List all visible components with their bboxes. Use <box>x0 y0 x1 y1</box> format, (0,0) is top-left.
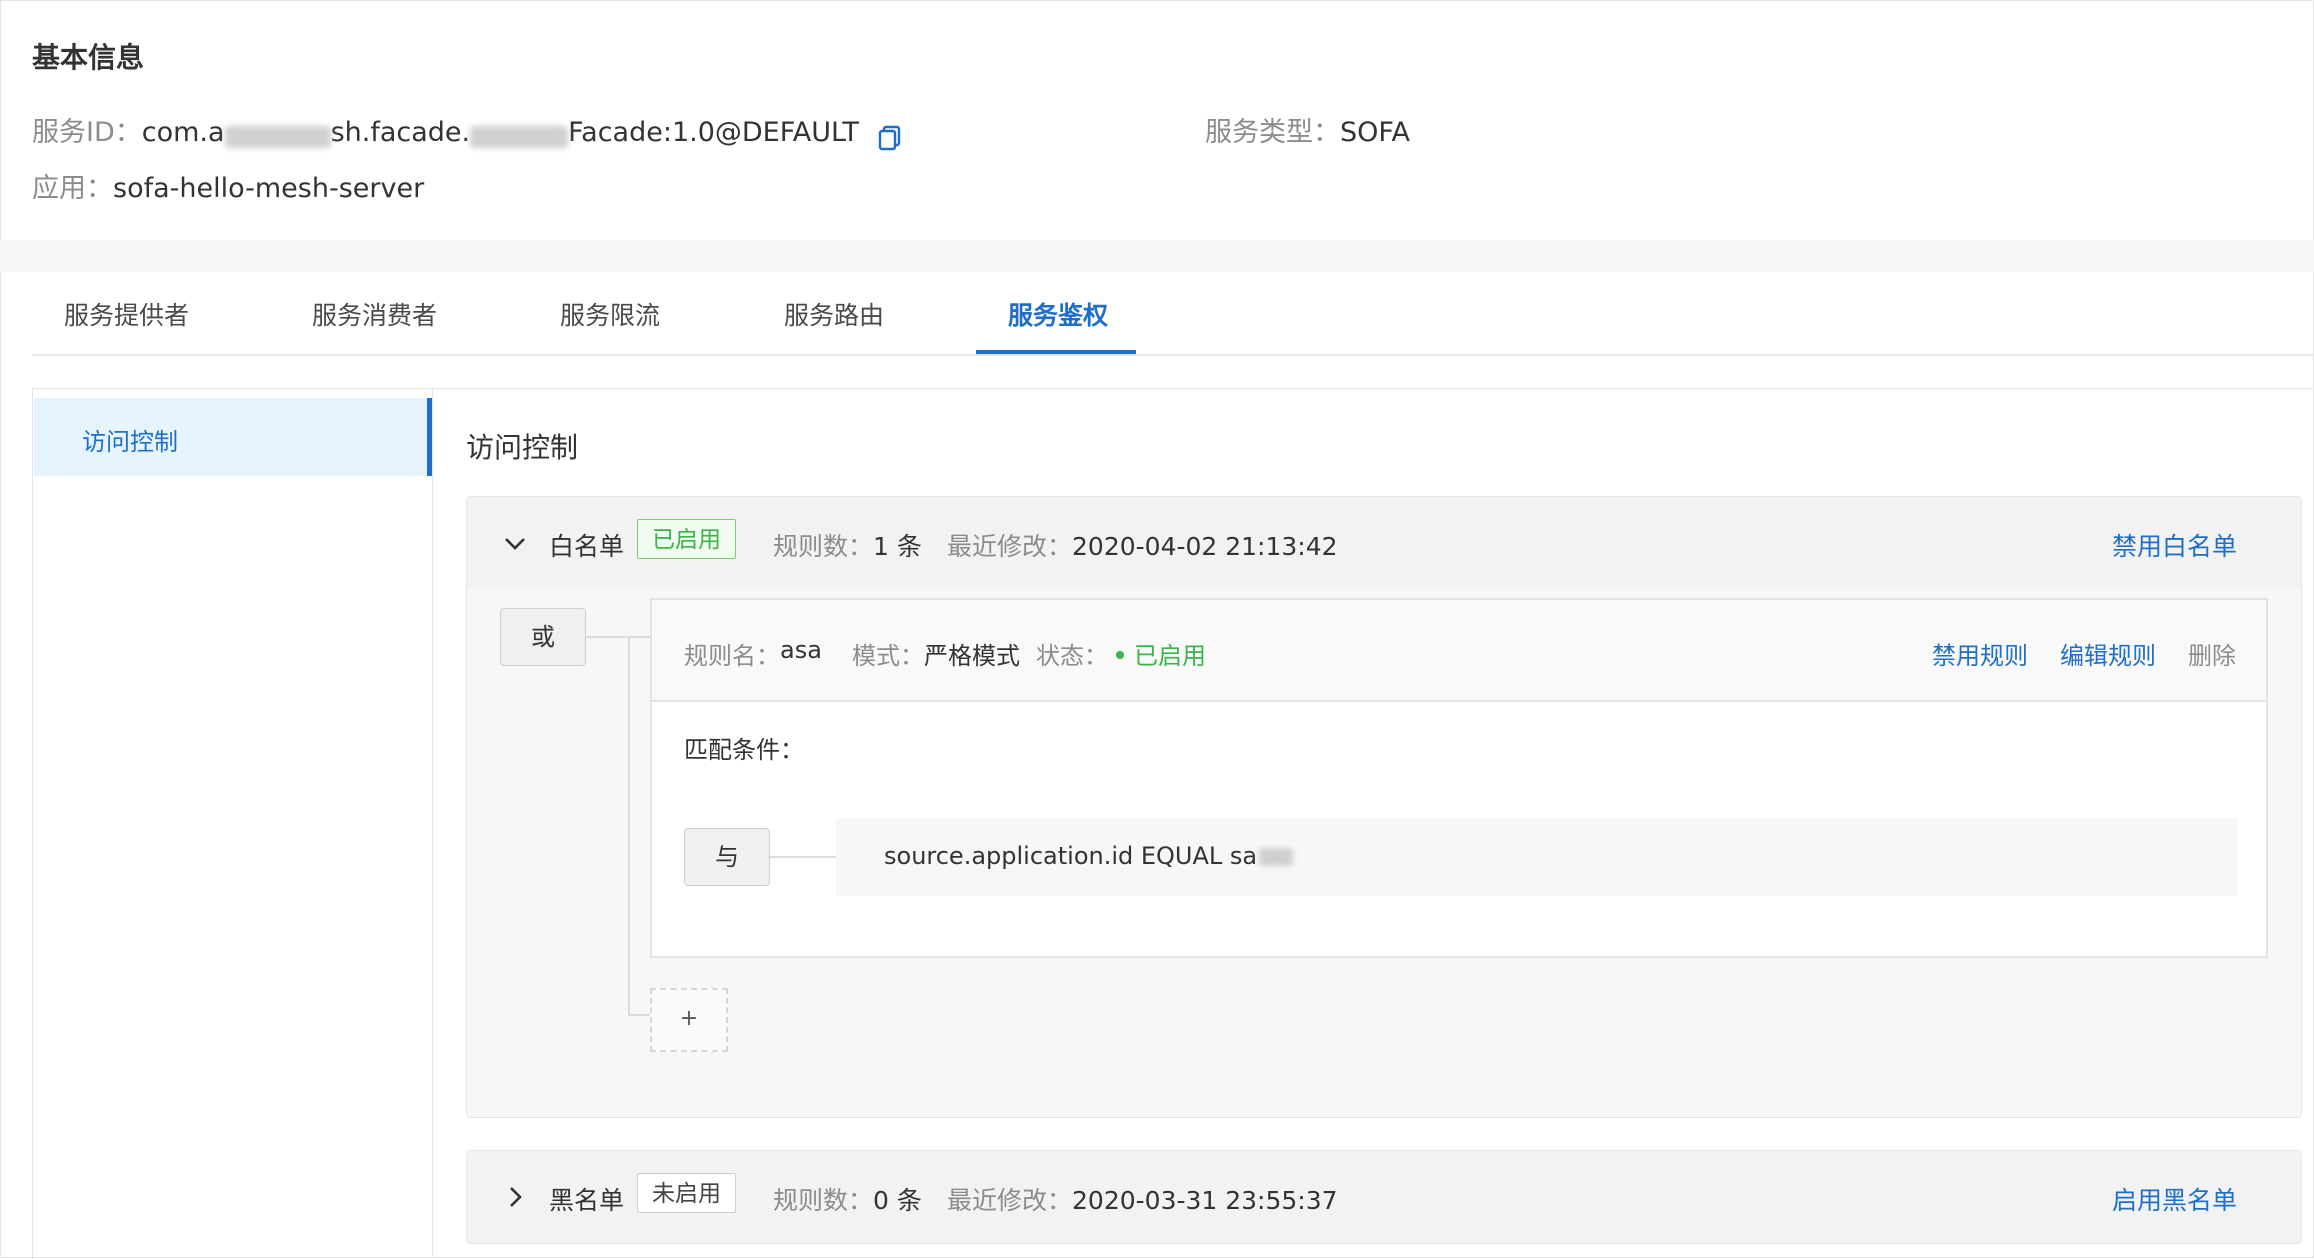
tabs-divider <box>32 354 2314 356</box>
rule-name-value: asa <box>780 636 822 664</box>
mode-value: 严格模式 <box>924 642 1020 670</box>
rule-count: 规则数：0 条 <box>773 1181 922 1217</box>
enable-blacklist-link[interactable]: 启用黑名单 <box>2112 1181 2237 1217</box>
tree-connector <box>770 856 836 858</box>
status-badge: 未启用 <box>637 1173 736 1213</box>
redacted-text <box>1259 848 1294 866</box>
whitelist-header[interactable]: 白名单 已启用 规则数：1 条 最近修改：2020-04-02 21:13:42… <box>467 497 2301 589</box>
active-tab-indicator <box>976 350 1136 354</box>
chevron-right-icon[interactable] <box>503 1185 527 1209</box>
rule-count-label: 规则数： <box>773 1186 874 1215</box>
and-operator-button[interactable]: 与 <box>684 828 770 886</box>
tab-providers[interactable]: 服务提供者 <box>64 296 189 332</box>
whitelist-title: 白名单 <box>549 532 625 561</box>
redacted-text <box>470 125 569 148</box>
rule-count: 规则数：1 条 <box>773 527 922 563</box>
tab-consumers[interactable]: 服务消费者 <box>312 296 437 332</box>
last-modified: 最近修改：2020-03-31 23:55:37 <box>947 1181 1338 1217</box>
mode-label: 模式： <box>852 642 924 670</box>
tree-connector <box>628 1014 650 1016</box>
blacklist-title: 黑名单 <box>549 1186 625 1215</box>
tab-routing[interactable]: 服务路由 <box>784 296 884 332</box>
tree-connector <box>628 636 630 1016</box>
sidebar-item-access-control[interactable]: 访问控制 <box>34 398 432 476</box>
service-type-value: SOFA <box>1340 117 1410 148</box>
condition-row: source.application.id EQUAL sa <box>836 818 2238 896</box>
rule-name-label: 规则名： <box>684 642 780 670</box>
last-modified-label: 最近修改： <box>947 532 1073 561</box>
status-dot-icon <box>1116 651 1124 659</box>
redacted-text <box>224 125 331 148</box>
last-modified-label: 最近修改： <box>947 1186 1073 1215</box>
last-modified-value: 2020-03-31 23:55:37 <box>1072 1186 1338 1215</box>
tab-auth[interactable]: 服务鉴权 <box>1008 296 1108 332</box>
service-type-row: 服务类型：SOFA <box>1205 110 1410 149</box>
last-modified-value: 2020-04-02 21:13:42 <box>1072 532 1338 561</box>
copy-icon[interactable] <box>875 122 905 152</box>
last-modified: 最近修改：2020-04-02 21:13:42 <box>947 527 1338 563</box>
service-id-row: 服务ID：com.a sh.facade. Facade:1.0@DEFAULT <box>32 110 905 152</box>
or-operator-button[interactable]: 或 <box>500 608 586 666</box>
service-id-suffix: Facade:1.0@DEFAULT <box>568 117 859 148</box>
add-rule-button[interactable]: + <box>650 988 728 1052</box>
panel-title: 访问控制 <box>466 431 579 464</box>
tab-rate-limit[interactable]: 服务限流 <box>560 296 660 332</box>
chevron-down-icon[interactable] <box>503 531 527 555</box>
state-value: 已启用 <box>1116 636 1206 671</box>
condition-expression: source.application.id EQUAL sa <box>884 842 1258 870</box>
blacklist-card: 黑名单 未启用 规则数：0 条 最近修改：2020-03-31 23:55:37… <box>466 1150 2302 1244</box>
rule-count-value: 0 条 <box>873 1186 922 1215</box>
service-id-middle: sh.facade. <box>330 117 471 148</box>
disable-rule-link[interactable]: 禁用规则 <box>1932 636 2028 671</box>
delete-rule-link[interactable]: 删除 <box>2188 636 2236 671</box>
rule-count-value: 1 条 <box>873 532 922 561</box>
condition-text: source.application.id EQUAL sa <box>884 842 1294 870</box>
rule-header: 规则名： asa 模式： 严格模式 状态： 已启用 禁用规则 编辑规则 删除 <box>652 600 2266 702</box>
status-badge: 已启用 <box>637 519 736 559</box>
service-id-label: 服务ID： <box>32 117 142 148</box>
app-label: 应用： <box>32 173 113 204</box>
blacklist-header[interactable]: 黑名单 未启用 规则数：0 条 最近修改：2020-03-31 23:55:37… <box>467 1151 2301 1243</box>
section-title: 基本信息 <box>32 41 145 74</box>
app-value: sofa-hello-mesh-server <box>113 173 425 204</box>
sidebar-item-label: 访问控制 <box>82 428 178 456</box>
state-value-text: 已启用 <box>1134 642 1206 670</box>
edit-rule-link[interactable]: 编辑规则 <box>2060 636 2156 671</box>
condition-label: 匹配条件： <box>684 736 804 764</box>
rule-count-label: 规则数： <box>773 532 874 561</box>
state-label: 状态： <box>1036 642 1108 670</box>
service-id-prefix: com.a <box>141 117 225 148</box>
tree-connector <box>586 636 650 638</box>
disable-whitelist-link[interactable]: 禁用白名单 <box>2112 527 2237 563</box>
rule-card: 规则名： asa 模式： 严格模式 状态： 已启用 禁用规则 编辑规则 删除 匹… <box>650 598 2268 958</box>
section-separator <box>0 240 2314 272</box>
service-type-label: 服务类型： <box>1205 117 1340 148</box>
app-row: 应用：sofa-hello-mesh-server <box>32 166 424 205</box>
sidebar-divider <box>432 388 433 1258</box>
